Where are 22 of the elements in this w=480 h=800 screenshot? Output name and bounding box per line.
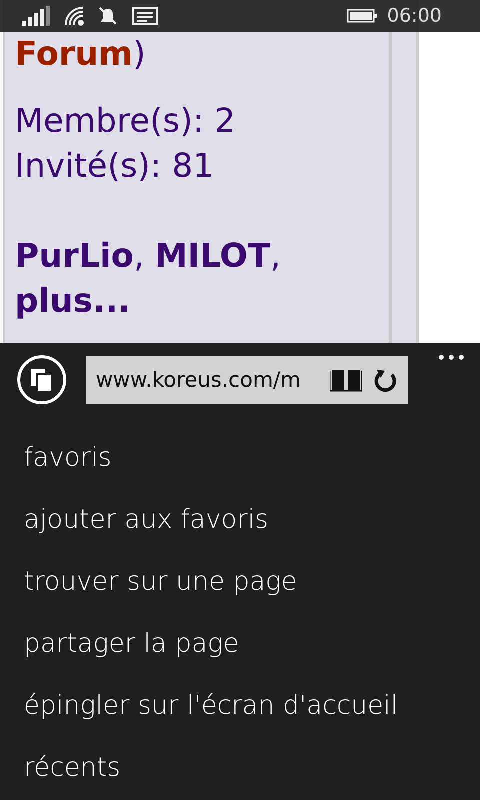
menu-item[interactable]: trouver sur une page — [24, 561, 480, 603]
tabs-icon[interactable] — [17, 355, 67, 405]
menu-item[interactable]: épingler sur l'écran d'accueil — [24, 685, 480, 727]
message-icon — [132, 7, 158, 25]
more-button[interactable] — [437, 353, 466, 362]
address-field[interactable]: www.koreus.com/m — [86, 356, 408, 404]
wifi-icon — [64, 6, 84, 26]
closing-parenthesis: ) — [133, 36, 146, 72]
battery-icon — [347, 9, 378, 23]
members-count: Membre(s): 2 — [15, 100, 237, 142]
book-icon[interactable] — [330, 368, 362, 392]
menu-item[interactable]: partager la page — [24, 623, 480, 665]
menu-item[interactable]: récents — [24, 747, 480, 789]
clock-time: 06:00 — [387, 5, 442, 27]
menu-item[interactable]: ajouter aux favoris — [24, 499, 480, 541]
menu-item[interactable]: favoris — [24, 437, 480, 479]
signal-icon — [22, 6, 50, 26]
muted-bell-icon — [98, 6, 118, 26]
guests-count: Invité(s): 81 — [15, 145, 216, 187]
forum-link[interactable]: Forum — [15, 36, 134, 72]
online-members[interactable]: PurLio, MILOT, plus... — [15, 233, 379, 323]
refresh-icon[interactable] — [374, 368, 398, 392]
